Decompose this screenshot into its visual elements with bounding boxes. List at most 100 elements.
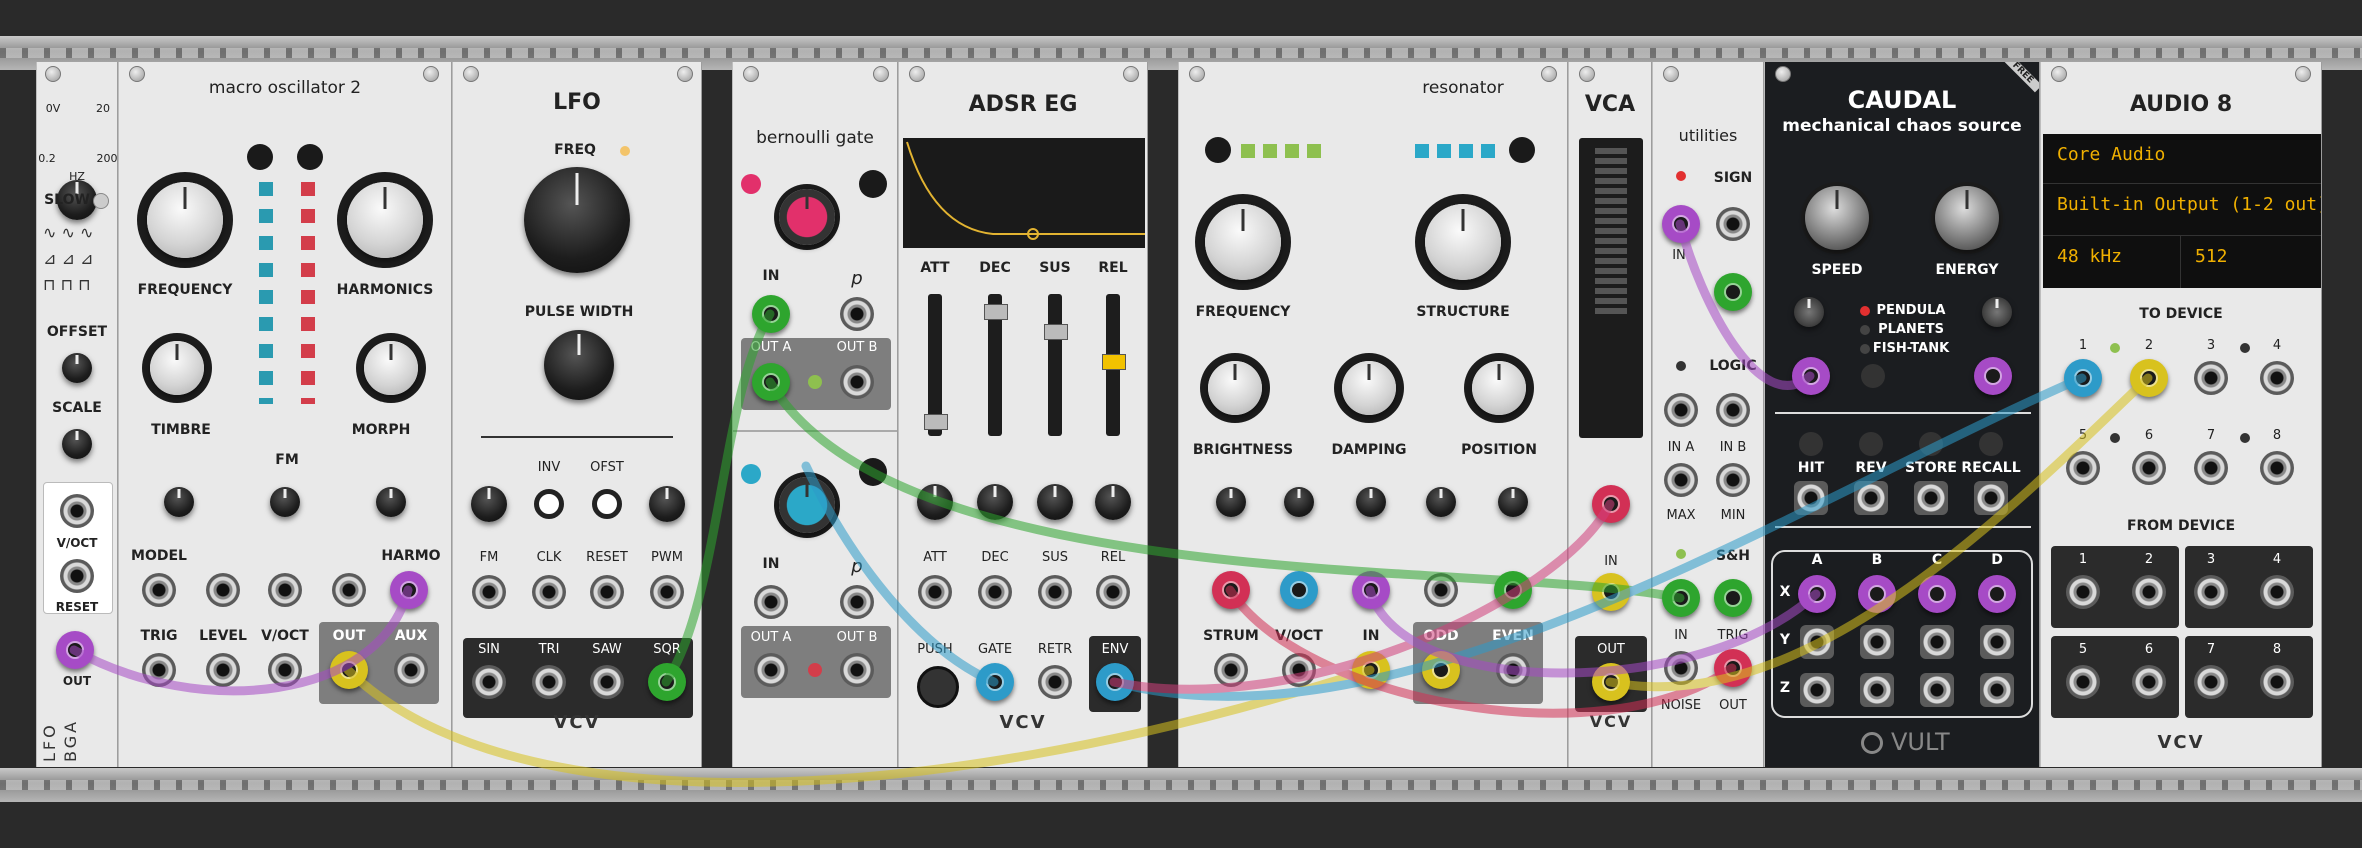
reset-jack[interactable] <box>60 559 94 593</box>
from-jack-6[interactable] <box>2132 665 2166 699</box>
trig-jack[interactable] <box>142 653 176 687</box>
min-jack[interactable] <box>1716 463 1750 497</box>
sign-out-plug[interactable] <box>1714 273 1752 311</box>
sus-cv-knob[interactable] <box>1037 484 1073 520</box>
damping-atten[interactable] <box>1356 487 1386 517</box>
release-slider[interactable] <box>1102 294 1126 436</box>
out-b-jack-bottom[interactable] <box>840 653 874 687</box>
damping-cv-plug[interactable] <box>1352 571 1390 609</box>
pulse-width-knob[interactable] <box>544 330 614 400</box>
polyphony-button[interactable] <box>1205 137 1231 163</box>
sus-jack[interactable] <box>1038 575 1072 609</box>
from-jack-7[interactable] <box>2194 665 2228 699</box>
attack-slider[interactable] <box>924 294 948 436</box>
retr-jack[interactable] <box>1038 665 1072 699</box>
dec-cv-knob[interactable] <box>977 484 1013 520</box>
harmonics-knob[interactable] <box>347 182 423 258</box>
frequency-knob[interactable] <box>1205 204 1281 280</box>
speed-cv-plug[interactable] <box>1792 357 1830 395</box>
ofst-toggle[interactable] <box>592 489 622 519</box>
energy-atten[interactable] <box>1982 297 2012 327</box>
x-c-plug[interactable] <box>1918 575 1956 613</box>
push-button[interactable] <box>917 666 959 708</box>
probability-knob-top[interactable] <box>779 189 835 245</box>
timbre-cv-jack[interactable] <box>206 573 240 607</box>
freq-knob[interactable] <box>524 167 630 273</box>
position-cv-plug[interactable] <box>1494 571 1532 609</box>
device-display[interactable]: Built-in Output (1-2 out) <box>2043 184 2321 236</box>
z-d-jack[interactable] <box>1980 673 2014 707</box>
level-jack[interactable] <box>206 653 240 687</box>
y-a-jack[interactable] <box>1800 625 1834 659</box>
position-atten[interactable] <box>1498 487 1528 517</box>
block-size-display[interactable]: 512 <box>2181 236 2321 288</box>
strum-jack[interactable] <box>1214 653 1248 687</box>
rev-button[interactable] <box>1859 432 1883 456</box>
noise-jack[interactable] <box>1664 651 1698 685</box>
store-button[interactable] <box>1919 432 1943 456</box>
in-jack-bottom[interactable] <box>754 585 788 619</box>
sh-trig-plug[interactable] <box>1714 579 1752 617</box>
sh-in-plug[interactable] <box>1662 579 1700 617</box>
to-jack-1-plug[interactable] <box>2064 359 2102 397</box>
env-jack-plug[interactable] <box>1096 663 1134 701</box>
structure-atten[interactable] <box>1426 487 1456 517</box>
energy-cv-plug[interactable] <box>1974 357 2012 395</box>
speed-atten[interactable] <box>1794 297 1824 327</box>
waveform-selector[interactable]: ∿ ∿ ∿ ⊿ ⊿ ⊿ ⊓ ⊓ ⊓ <box>43 220 113 300</box>
to-jack-2-plug[interactable] <box>2130 359 2168 397</box>
dec-jack[interactable] <box>978 575 1012 609</box>
from-jack-8[interactable] <box>2260 665 2294 699</box>
max-jack[interactable] <box>1664 463 1698 497</box>
clk-jack[interactable] <box>532 575 566 609</box>
aux-jack[interactable] <box>394 653 428 687</box>
structure-cv-jack[interactable] <box>1424 573 1458 607</box>
fm-cv-jack[interactable] <box>268 573 302 607</box>
recall-button[interactable] <box>1979 432 2003 456</box>
level-slider[interactable] <box>1579 138 1643 438</box>
out-a-plug-top[interactable] <box>752 363 790 401</box>
morph-cv-jack[interactable] <box>332 573 366 607</box>
module-lfo-strip[interactable]: 0V 20 0.2 200 HZ SLOW ∿ ∿ ∿ ⊿ ⊿ ⊿ ⊓ ⊓ ⊓ OF… <box>36 62 118 767</box>
gate-jack-plug[interactable] <box>976 663 1014 701</box>
rel-jack[interactable] <box>1096 575 1130 609</box>
fm-jack[interactable] <box>472 575 506 609</box>
sample-rate-display[interactable]: 48 kHz <box>2043 236 2181 288</box>
sin-jack[interactable] <box>472 665 506 699</box>
to-jack-8[interactable] <box>2260 451 2294 485</box>
module-vca[interactable]: VCA IN OUT VCV <box>1568 62 1652 767</box>
out-jack-plug[interactable] <box>56 631 94 669</box>
frequency-cv-plug[interactable] <box>1280 571 1318 609</box>
scale-knob[interactable] <box>62 429 92 459</box>
rel-cv-knob[interactable] <box>1095 484 1131 520</box>
x-a-plug[interactable] <box>1798 575 1836 613</box>
to-jack-6[interactable] <box>2132 451 2166 485</box>
z-a-jack[interactable] <box>1800 673 1834 707</box>
offset-knob[interactable] <box>62 353 92 383</box>
module-audio-8[interactable]: AUDIO 8 Core Audio Built-in Output (1-2 … <box>2040 62 2322 767</box>
in-jack-plug[interactable] <box>1592 573 1630 611</box>
out-b-jack-top[interactable] <box>840 365 874 399</box>
y-b-jack[interactable] <box>1860 625 1894 659</box>
timbre-attenuverter[interactable] <box>164 487 194 517</box>
module-adsr[interactable]: ADSR EG ATT DEC SUS REL ATT DEC SUS REL … <box>898 62 1148 767</box>
store-jack[interactable] <box>1914 481 1948 515</box>
decay-slider[interactable] <box>984 294 1008 436</box>
module-lfo[interactable]: LFO FREQ PULSE WIDTH INV OFST FM CLK RES… <box>452 62 702 767</box>
module-resonator[interactable]: resonator FREQUENCY STRUCTURE BRIGHTNESS… <box>1178 62 1568 767</box>
model-cv-jack[interactable] <box>142 573 176 607</box>
brightness-cv-plug[interactable] <box>1212 571 1250 609</box>
logic-jack-2[interactable] <box>1716 393 1750 427</box>
logic-jack-1[interactable] <box>1664 393 1698 427</box>
energy-knob[interactable] <box>1935 186 1999 250</box>
module-utilities[interactable]: utilities SIGN IN LOGIC IN A IN B MAX MI… <box>1652 62 1764 767</box>
recall-jack[interactable] <box>1974 481 2008 515</box>
module-bernoulli-gate[interactable]: bernoulli gate IN p OUT A OUT B IN p OUT… <box>732 62 898 767</box>
odd-jack-plug[interactable] <box>1422 651 1460 689</box>
timbre-knob[interactable] <box>150 341 204 395</box>
hit-jack[interactable] <box>1794 481 1828 515</box>
sign-in-plug[interactable] <box>1662 205 1700 243</box>
out-jack-plug[interactable] <box>330 651 368 689</box>
from-jack-4[interactable] <box>2260 575 2294 609</box>
frequency-atten[interactable] <box>1284 487 1314 517</box>
